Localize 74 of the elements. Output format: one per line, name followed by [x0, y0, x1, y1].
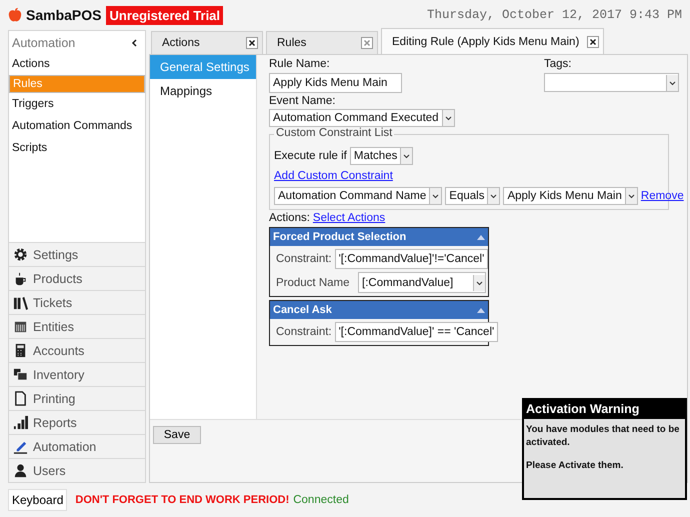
chevron-down-icon	[442, 110, 454, 126]
save-button[interactable]: Save	[153, 426, 201, 444]
field-label: Product Name	[276, 276, 350, 288]
app-logo: SambaPOS	[26, 7, 102, 23]
sidebar-title: Automation	[12, 36, 76, 50]
grid-icon	[13, 319, 28, 334]
gear-icon	[13, 247, 28, 262]
chevron-down-icon	[400, 148, 412, 164]
sidebar-item[interactable]: Actions	[9, 53, 145, 75]
module-button[interactable]: Tickets	[9, 290, 145, 314]
module-button[interactable]: Entities	[9, 314, 145, 338]
cup-icon	[13, 271, 28, 286]
pen-icon	[13, 439, 28, 454]
module-button[interactable]: Settings	[9, 242, 145, 266]
trial-badge: Unregistered Trial	[106, 6, 224, 24]
module-button[interactable]: Automation	[9, 434, 145, 458]
event-dropdown[interactable]: Automation Command Executed	[269, 109, 455, 127]
field-label: Tags:	[544, 58, 572, 70]
user-icon	[13, 463, 28, 478]
connection-status: Connected	[293, 494, 349, 506]
module-button[interactable]: Printing	[9, 386, 145, 410]
tab[interactable]: Rules	[266, 31, 378, 54]
field-label: Execute rule if	[274, 150, 347, 162]
work-period-warning: DON'T FORGET TO END WORK PERIOD!	[75, 494, 290, 506]
chevron-down-icon	[624, 188, 637, 204]
chevron-down-icon	[429, 188, 442, 204]
page-icon	[13, 391, 28, 406]
module-button[interactable]: Inventory	[9, 362, 145, 386]
rule-name-field[interactable]: Apply Kids Menu Main	[269, 73, 402, 93]
module-button[interactable]: Products	[9, 266, 145, 290]
sidebar-item[interactable]: Automation Commands	[9, 115, 145, 137]
module-button[interactable]: Users	[9, 458, 145, 482]
remove-link[interactable]: Remove	[640, 190, 684, 202]
apple-logo-icon	[7, 7, 23, 23]
sidebar-item[interactable]: Triggers	[9, 93, 145, 115]
close-icon[interactable]	[246, 37, 258, 49]
constraint-field[interactable]: '[:CommandValue]' == 'Cancel'	[334, 322, 498, 342]
action-header[interactable]: Forced Product Selection	[270, 228, 488, 246]
sidebar-item[interactable]: Scripts	[9, 137, 145, 159]
field-label: Constraint:	[276, 253, 332, 265]
popup-message: Please Activate them.	[526, 459, 624, 472]
action-header[interactable]: Cancel Ask	[270, 301, 488, 319]
chevron-down-icon	[473, 274, 485, 290]
tab[interactable]: Editing Rule (Apply Kids Menu Main)	[381, 28, 604, 54]
calculator-icon	[13, 343, 28, 358]
close-icon[interactable]	[587, 36, 600, 48]
bar-chart-icon	[13, 415, 28, 430]
popup-title: Activation Warning	[524, 400, 685, 419]
module-button[interactable]: Reports	[9, 410, 145, 434]
group-legend: Custom Constraint List	[274, 127, 394, 139]
add-constraint-link[interactable]: Add Custom Constraint	[274, 170, 664, 182]
collapse-icon[interactable]	[131, 39, 137, 47]
select-actions-link[interactable]: Select Actions	[312, 212, 386, 224]
field-label: Event Name:	[269, 95, 336, 107]
field-label: Rule Name:	[269, 58, 331, 70]
module-button[interactable]: Accounts	[9, 338, 145, 362]
field-label: Constraint:	[276, 326, 332, 338]
popup-message: You have modules that need to be activated.	[526, 423, 680, 449]
field-label: Actions:	[269, 212, 310, 224]
product-name-dropdown[interactable]: [:CommandValue]	[358, 272, 486, 293]
tab[interactable]: Actions	[151, 31, 263, 54]
boxes-icon	[13, 367, 28, 382]
field-dropdown[interactable]: Automation Command Name	[274, 187, 442, 205]
operator-dropdown[interactable]: Equals	[445, 187, 500, 205]
books-icon	[13, 295, 28, 310]
value-dropdown[interactable]: Apply Kids Menu Main	[503, 187, 638, 205]
settings-section-item[interactable]: Mappings	[150, 79, 256, 103]
chevron-down-icon	[487, 188, 500, 204]
keyboard-button[interactable]: Keyboard	[8, 489, 68, 511]
match-dropdown[interactable]: Matches	[350, 147, 414, 165]
tags-dropdown[interactable]	[544, 73, 679, 92]
constraint-field[interactable]: '[:CommandValue]'!='Cancel'	[334, 249, 488, 269]
date-time: Thursday, October 12, 2017 9:43 PM	[426, 8, 682, 22]
chevron-down-icon	[666, 74, 678, 90]
